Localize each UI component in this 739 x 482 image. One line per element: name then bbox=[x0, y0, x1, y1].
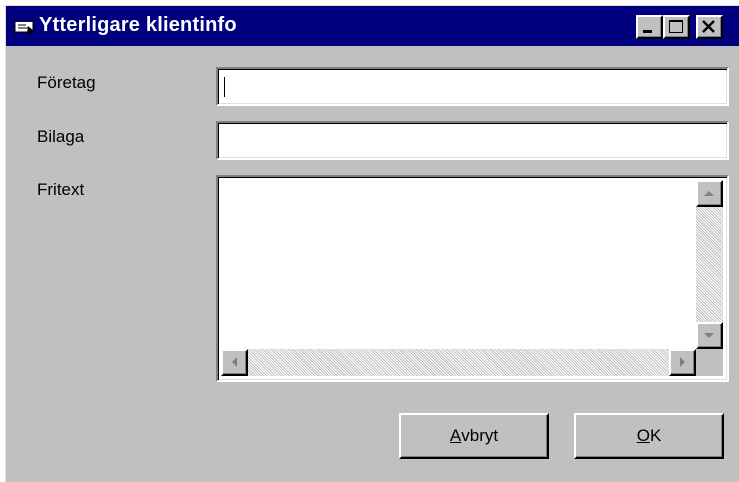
ok-button[interactable]: OK bbox=[574, 413, 724, 459]
foretag-field[interactable] bbox=[216, 67, 729, 106]
arrow-down-icon bbox=[704, 333, 714, 338]
scroll-up-button[interactable] bbox=[696, 180, 723, 207]
cancel-mnemonic: A bbox=[449, 426, 462, 445]
window-title: Ytterligare klientinfo bbox=[39, 14, 237, 36]
arrow-up-icon bbox=[704, 191, 714, 196]
app-window-icon bbox=[14, 18, 35, 35]
bilaga-field[interactable] bbox=[216, 121, 729, 160]
fritext-label: Fritext bbox=[37, 180, 85, 199]
title-bar[interactable]: Ytterligare klientinfo bbox=[6, 6, 739, 46]
close-button[interactable] bbox=[696, 15, 723, 39]
scroll-down-button[interactable] bbox=[696, 322, 723, 349]
fritext-textarea[interactable] bbox=[221, 180, 696, 349]
minimize-icon bbox=[643, 30, 652, 33]
fritext-memo[interactable] bbox=[216, 175, 729, 382]
foretag-label: Företag bbox=[37, 73, 96, 92]
foretag-input[interactable] bbox=[221, 72, 724, 101]
arrow-left-icon bbox=[232, 357, 237, 367]
bilaga-input[interactable] bbox=[221, 126, 724, 155]
minimize-button[interactable] bbox=[636, 15, 663, 39]
maximize-icon bbox=[669, 20, 683, 33]
maximize-button[interactable] bbox=[663, 15, 690, 39]
ok-mnemonic: O bbox=[636, 426, 650, 445]
cancel-button[interactable]: Avbryt bbox=[399, 413, 549, 459]
scroll-right-button[interactable] bbox=[669, 349, 696, 376]
ok-label: K bbox=[649, 426, 662, 445]
dialog-window: Ytterligare klientinfo Företag Bilaga Fr… bbox=[5, 5, 739, 482]
arrow-right-icon bbox=[680, 357, 685, 367]
cancel-label: vbryt bbox=[461, 426, 499, 445]
scrollbar-corner bbox=[696, 349, 723, 376]
horizontal-scrollbar[interactable] bbox=[221, 349, 696, 376]
bilaga-label: Bilaga bbox=[37, 127, 85, 146]
close-icon bbox=[702, 20, 715, 33]
scroll-left-button[interactable] bbox=[221, 349, 248, 376]
vertical-scrollbar[interactable] bbox=[696, 180, 723, 349]
text-caret bbox=[224, 77, 225, 97]
